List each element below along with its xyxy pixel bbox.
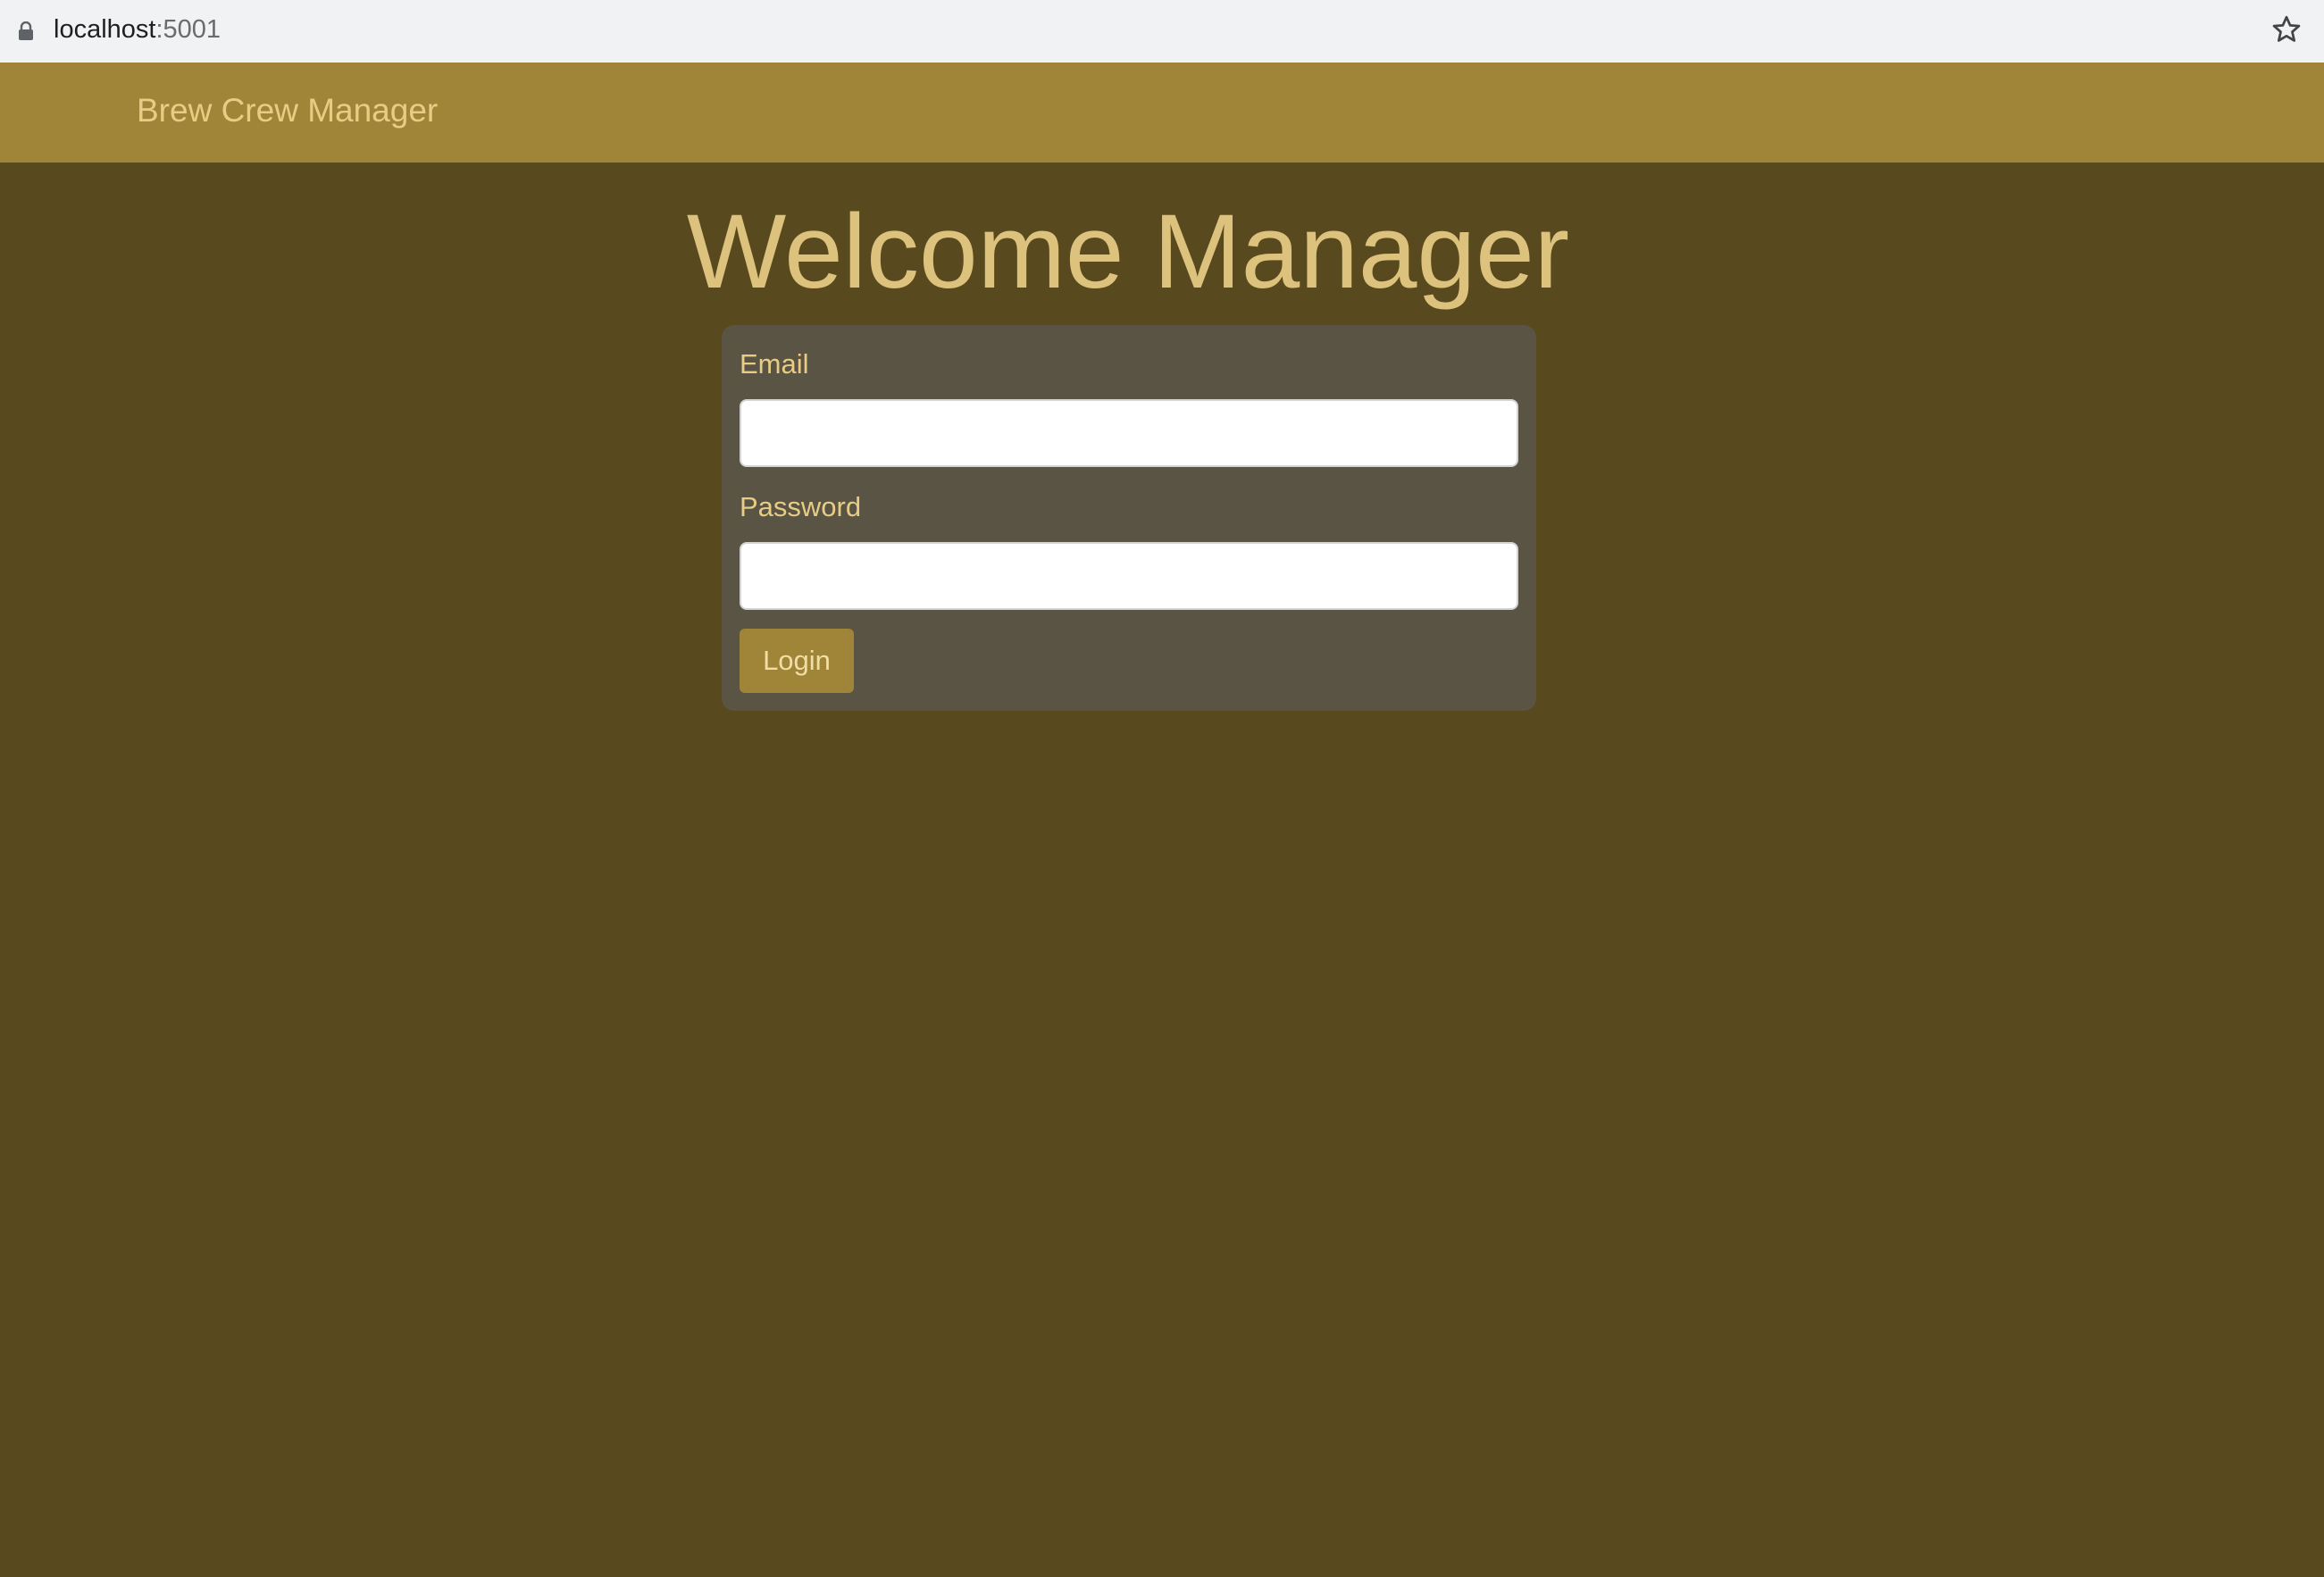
url-port: :5001 <box>155 15 222 44</box>
browser-address-bar: localhost:5001 <box>0 0 2324 63</box>
navbar: Brew Crew Manager <box>0 63 2324 163</box>
address-url[interactable]: localhost:5001 <box>54 13 221 46</box>
password-label: Password <box>740 491 862 522</box>
navbar-brand[interactable]: Brew Crew Manager <box>137 89 438 132</box>
login-form: Email Password Login <box>722 325 1536 711</box>
password-field[interactable] <box>740 542 1518 610</box>
email-field[interactable] <box>740 399 1518 467</box>
star-icon[interactable] <box>2270 13 2303 46</box>
lock-icon <box>19 21 33 40</box>
url-host: localhost <box>54 15 156 44</box>
page-title: Welcome Manager <box>686 193 1570 311</box>
login-button[interactable]: Login <box>740 629 854 693</box>
email-label: Email <box>740 348 809 380</box>
